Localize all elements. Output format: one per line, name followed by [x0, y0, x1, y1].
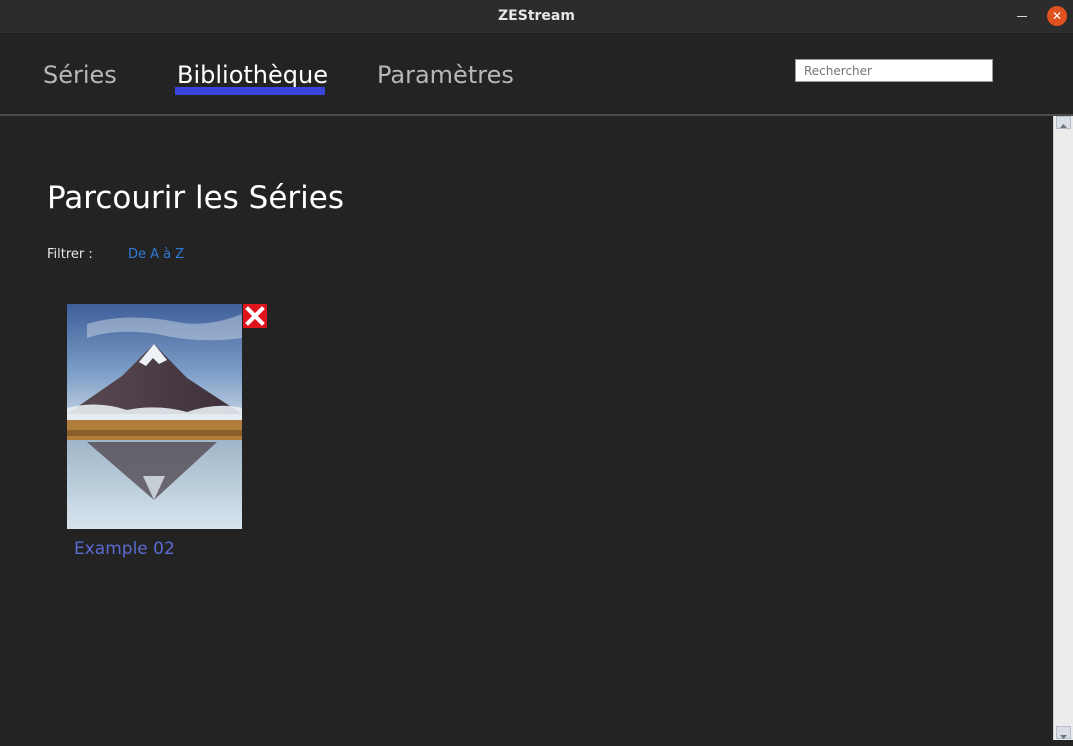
close-icon[interactable]: ✕ — [1047, 6, 1067, 26]
minimize-icon[interactable] — [1017, 16, 1027, 17]
tab-parametres[interactable]: Paramètres — [377, 61, 514, 89]
filter-sort-link[interactable]: De A à Z — [128, 247, 184, 262]
filter-label: Filtrer : — [47, 247, 93, 262]
main-content: Parcourir les Séries Filtrer : De A à Z — [0, 116, 1053, 740]
page-title: Parcourir les Séries — [47, 180, 344, 216]
tab-bibliotheque[interactable]: Bibliothèque — [177, 61, 328, 89]
vertical-scrollbar[interactable] — [1053, 116, 1073, 740]
mountain-image[interactable] — [67, 304, 242, 529]
series-name[interactable]: Example 02 — [74, 539, 175, 559]
navigation-bar: Séries Bibliothèque Paramètres — [0, 34, 1073, 116]
title-bar: ZEStream ✕ — [0, 0, 1073, 34]
scroll-down-button[interactable] — [1056, 726, 1071, 739]
series-card[interactable]: Example 02 — [67, 304, 267, 574]
scroll-up-button[interactable] — [1056, 116, 1071, 129]
window-title: ZEStream — [498, 8, 575, 24]
tab-series[interactable]: Séries — [43, 61, 117, 89]
search-input[interactable] — [795, 59, 993, 82]
delete-icon[interactable] — [243, 304, 267, 328]
active-tab-indicator — [175, 87, 325, 95]
